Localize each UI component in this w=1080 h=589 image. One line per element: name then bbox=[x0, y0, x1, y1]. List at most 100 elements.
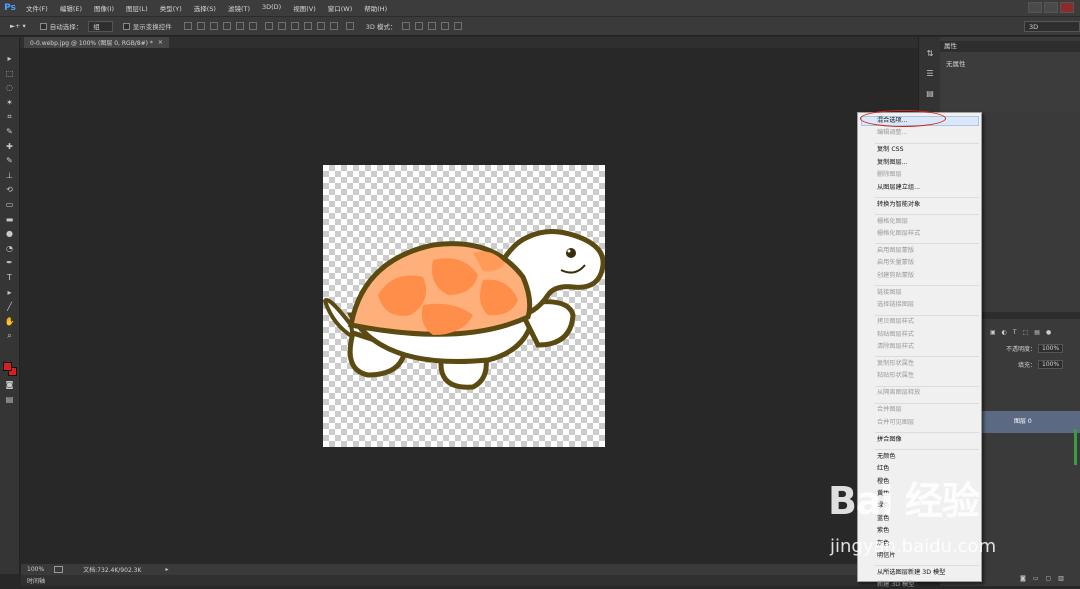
distribute-hcenter-icon[interactable] bbox=[316, 22, 325, 30]
properties-title[interactable]: 属性 bbox=[940, 41, 1080, 52]
brush-tool-icon[interactable]: ✎ bbox=[4, 155, 15, 166]
rotate-3d-icon[interactable] bbox=[401, 22, 410, 30]
fill-input[interactable]: 100% bbox=[1038, 360, 1064, 369]
filter-smart-icon[interactable]: ▤ bbox=[1034, 329, 1040, 336]
document-canvas[interactable] bbox=[322, 165, 606, 447]
filter-type-icon[interactable]: T bbox=[1013, 329, 1017, 336]
menu-item[interactable]: 帮助(H) bbox=[358, 3, 393, 13]
drag-3d-icon[interactable] bbox=[427, 22, 436, 30]
eyedropper-tool-icon[interactable]: ✎ bbox=[4, 126, 15, 137]
properties-panel-icon[interactable]: ▤ bbox=[924, 89, 936, 99]
menu-item[interactable]: 视图(V) bbox=[287, 3, 322, 13]
pen-tool-icon[interactable]: ✒ bbox=[4, 257, 15, 268]
distribute-top-icon[interactable] bbox=[264, 22, 273, 30]
crop-tool-icon[interactable]: ⌗ bbox=[4, 111, 15, 122]
align-vcenter-icon[interactable] bbox=[196, 22, 205, 30]
path-selection-tool-icon[interactable]: ▸ bbox=[4, 287, 15, 298]
document-tab-bar: 0-0.webp.jpg @ 100% (图层 0, RGB/8#) * × bbox=[20, 37, 918, 48]
context-menu-item[interactable]: 复制图层... bbox=[877, 159, 908, 167]
context-menu-item: 从隔离图层释放 bbox=[877, 389, 921, 397]
healing-brush-tool-icon[interactable]: ✚ bbox=[4, 141, 15, 152]
gradient-tool-icon[interactable]: ▬ bbox=[4, 214, 15, 225]
menu-item[interactable]: 编辑(E) bbox=[54, 3, 88, 13]
filter-adjust-icon[interactable]: ◐ bbox=[1002, 329, 1007, 336]
blur-tool-icon[interactable]: ● bbox=[4, 228, 15, 239]
menu-item[interactable]: 文件(F) bbox=[20, 3, 54, 13]
opacity-input[interactable]: 100% bbox=[1038, 344, 1064, 353]
add-mask-icon[interactable]: ◙ bbox=[1020, 575, 1026, 582]
context-menu-item[interactable]: 复制 CSS bbox=[877, 146, 904, 154]
distribute-left-icon[interactable] bbox=[303, 22, 312, 30]
workspace-switcher[interactable]: 3D bbox=[1024, 21, 1080, 32]
auto-select-dropdown[interactable]: 组 bbox=[88, 20, 113, 32]
align-bottom-icon[interactable] bbox=[209, 22, 218, 30]
lasso-tool-icon[interactable]: ◌ bbox=[4, 82, 15, 93]
filter-image-icon[interactable]: ▣ bbox=[990, 329, 996, 336]
new-layer-icon[interactable]: ▢ bbox=[1046, 575, 1052, 582]
slide-3d-icon[interactable] bbox=[440, 22, 449, 30]
magic-wand-tool-icon[interactable]: ✶ bbox=[4, 97, 15, 108]
distribute-right-icon[interactable] bbox=[329, 22, 338, 30]
quick-mask-icon[interactable]: ◙ bbox=[4, 379, 15, 390]
menu-item[interactable]: 滤镜(T) bbox=[222, 3, 256, 13]
delete-layer-icon[interactable]: ▥ bbox=[1058, 575, 1064, 582]
close-button[interactable] bbox=[1060, 2, 1074, 13]
clone-stamp-tool-icon[interactable]: ⊥ bbox=[4, 170, 15, 181]
menu-item[interactable]: 图像(I) bbox=[88, 3, 120, 13]
align-top-icon[interactable] bbox=[183, 22, 192, 30]
context-menu-item[interactable]: 拼合图像 bbox=[877, 436, 902, 444]
marquee-tool-icon[interactable]: ⬚ bbox=[4, 68, 15, 79]
zoom-tool-icon[interactable]: ⌕ bbox=[4, 330, 15, 341]
layer-row-selected[interactable]: 图层 0 bbox=[980, 411, 1080, 433]
filter-toggle-icon[interactable]: ● bbox=[1046, 329, 1051, 336]
maximize-button[interactable] bbox=[1044, 2, 1058, 13]
context-menu-item[interactable]: 从所选图层新建 3D 模型 bbox=[877, 569, 945, 577]
history-brush-tool-icon[interactable]: ⟲ bbox=[4, 184, 15, 195]
timeline-label[interactable]: 时间轴 bbox=[27, 576, 45, 585]
distribute-vcenter-icon[interactable] bbox=[277, 22, 286, 30]
menu-item[interactable]: 图层(L) bbox=[120, 3, 154, 13]
foreground-color-swatch[interactable] bbox=[3, 362, 12, 371]
history-panel-icon[interactable]: ⇅ bbox=[924, 49, 936, 59]
status-menu-arrow-icon[interactable]: ▸ bbox=[165, 566, 168, 573]
shape-tool-icon[interactable]: ╱ bbox=[4, 301, 15, 312]
adjustments-panel-icon[interactable]: ☰ bbox=[924, 69, 936, 79]
auto-select-label: 自动选择： bbox=[49, 23, 83, 31]
context-menu-item[interactable]: 紫色 bbox=[877, 527, 889, 535]
show-transform-checkbox[interactable]: 显示变换控件 bbox=[122, 21, 172, 31]
screen-mode-icon[interactable]: ▤ bbox=[4, 394, 15, 405]
status-export-icon[interactable] bbox=[54, 566, 64, 573]
zoom-level[interactable]: 100% bbox=[27, 566, 44, 573]
context-menu-item[interactable]: 转换为智能对象 bbox=[877, 201, 920, 209]
align-left-icon[interactable] bbox=[222, 22, 231, 30]
document-tab[interactable]: 0-0.webp.jpg @ 100% (图层 0, RGB/8#) * × bbox=[24, 37, 169, 48]
dodge-tool-icon[interactable]: ◔ bbox=[4, 243, 15, 254]
eraser-tool-icon[interactable]: ▭ bbox=[4, 199, 15, 210]
distribute-bottom-icon[interactable] bbox=[290, 22, 299, 30]
move-tool-icon[interactable]: ▸ bbox=[4, 53, 15, 64]
type-tool-icon[interactable]: T bbox=[4, 272, 15, 283]
minimize-button[interactable] bbox=[1028, 2, 1042, 13]
menu-item[interactable]: 选择(S) bbox=[188, 3, 222, 13]
roll-3d-icon[interactable] bbox=[414, 22, 423, 30]
move-tool-preset[interactable]: ►+ ▾ bbox=[10, 22, 26, 30]
context-menu-item[interactable]: 无颜色 bbox=[877, 453, 896, 461]
hand-tool-icon[interactable]: ✋ bbox=[4, 316, 15, 327]
context-menu-item: 拷贝图层样式 bbox=[877, 318, 915, 326]
menu-item[interactable]: 窗口(W) bbox=[322, 3, 359, 13]
context-menu-separator bbox=[875, 243, 979, 245]
context-menu-item: 启用矢量蒙版 bbox=[877, 259, 915, 267]
auto-align-icon[interactable] bbox=[345, 22, 354, 30]
scale-3d-icon[interactable] bbox=[453, 22, 462, 30]
context-menu-separator bbox=[875, 214, 979, 215]
menu-item[interactable]: 类型(Y) bbox=[154, 3, 188, 13]
auto-select-checkbox[interactable]: 自动选择： bbox=[39, 21, 83, 31]
filter-shape-icon[interactable]: ⬚ bbox=[1023, 329, 1029, 336]
context-menu-item[interactable]: 从图层建立组... bbox=[877, 184, 920, 192]
menu-item[interactable]: 3D(D) bbox=[256, 3, 287, 13]
align-hcenter-icon[interactable] bbox=[235, 22, 244, 30]
layers-scroll-indicator bbox=[1074, 429, 1077, 465]
align-right-icon[interactable] bbox=[248, 22, 257, 30]
new-group-icon[interactable]: ▭ bbox=[1033, 575, 1039, 582]
tab-close-icon[interactable]: × bbox=[158, 39, 163, 46]
